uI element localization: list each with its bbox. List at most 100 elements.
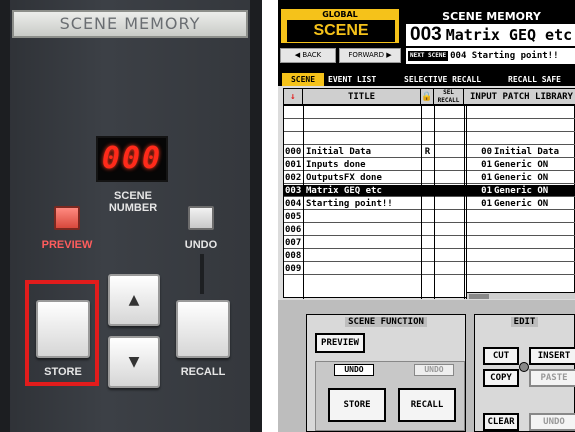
patch-number-cell: 01	[481, 173, 492, 183]
up-arrow-icon: ▲	[128, 292, 140, 308]
table-row[interactable]	[284, 107, 575, 119]
patch-number-cell	[470, 107, 492, 119]
patch-name-cell	[494, 250, 575, 262]
edit-undo-button[interactable]: UNDO	[529, 413, 575, 431]
sel-recall-column-header[interactable]: SEL RECALL	[434, 89, 464, 106]
down-arrow-icon: ▼	[128, 354, 140, 370]
lock-status-cell	[421, 250, 434, 262]
global-scene-box[interactable]: GLOBAL SCENE	[280, 8, 400, 44]
scrollbar-thumb[interactable]	[469, 294, 489, 299]
scene-number-cell: 003	[285, 186, 302, 196]
sel-recall-cell	[434, 172, 464, 184]
horizontal-scrollbar[interactable]	[467, 292, 575, 299]
lock-status-cell	[421, 159, 434, 171]
table-row[interactable]: 001 Inputs done 01 Generic ON	[284, 159, 575, 171]
scene-title-cell	[306, 211, 421, 223]
table-row[interactable]: 003 Matrix GEQ etc 01 Generic ON	[284, 185, 575, 197]
back-button[interactable]: ◀ BACK	[280, 48, 336, 63]
table-row[interactable]: 002 OutputsFX done 01 Generic ON	[284, 172, 575, 184]
patch-name-cell	[494, 224, 575, 236]
clear-button[interactable]: CLEAR	[483, 413, 519, 431]
table-row[interactable]	[284, 133, 575, 145]
patch-name-cell: Generic ON	[494, 186, 549, 196]
sel-recall-cell	[434, 237, 464, 249]
cut-button[interactable]: CUT	[483, 347, 519, 365]
tab-selective-recall[interactable]: SELECTIVE RECALL	[404, 73, 506, 86]
column-divider	[434, 106, 435, 299]
lock-status-cell	[421, 237, 434, 249]
insert-button[interactable]: INSERT	[529, 347, 575, 365]
table-row[interactable]: 008	[284, 250, 575, 262]
sel-recall-cell	[434, 224, 464, 236]
scene-title-cell: Matrix GEQ etc	[306, 186, 382, 196]
patch-number-cell: 01	[481, 186, 492, 196]
table-row[interactable]: 004 Starting point!! 01 Generic ON	[284, 198, 575, 210]
patch-name-cell	[494, 133, 575, 145]
scene-title-cell	[306, 133, 421, 145]
scene-title-cell	[306, 250, 421, 262]
scene-memory-title: SCENE MEMORY	[12, 10, 248, 38]
lock-status-cell	[421, 211, 434, 223]
scene-down-key[interactable]: ▼	[108, 336, 160, 388]
scene-up-key[interactable]: ▲	[108, 274, 160, 326]
sel-recall-cell	[434, 159, 464, 171]
sort-arrow-icon[interactable]: ↓	[284, 89, 303, 106]
store-button[interactable]: STORE	[328, 388, 386, 422]
undo-connector-line	[200, 254, 204, 294]
scene-number-cell: 004	[285, 199, 302, 209]
table-row[interactable]: 006	[284, 224, 575, 236]
column-divider	[421, 106, 422, 299]
patch-name-cell: Generic ON	[494, 173, 549, 183]
sel-recall-cell	[434, 198, 464, 210]
recall-button[interactable]: RECALL	[398, 388, 456, 422]
forward-button[interactable]: FORWARD ▶	[339, 48, 401, 63]
table-row[interactable]: 000 Initial Data R 00 Initial Data	[284, 146, 575, 158]
sel-recall-cell	[434, 120, 464, 132]
panel-frame-left	[0, 0, 10, 432]
scene-list-header: ↓ TITLE 🔒 SEL RECALL INPUT PATCH LIBRARY	[284, 89, 575, 106]
input-patch-column-header[interactable]: INPUT PATCH LIBRARY	[466, 89, 575, 106]
lock-icon: 🔒	[421, 89, 434, 106]
current-scene-number: 003	[410, 24, 442, 45]
copy-button[interactable]: COPY	[483, 369, 519, 387]
store-highlight-box	[25, 280, 99, 386]
scene-title-cell	[306, 224, 421, 236]
edit-panel: EDIT CUT COPY INSERT PASTE CLEAR UNDO	[474, 314, 575, 432]
title-column-header[interactable]: TITLE	[303, 89, 421, 106]
table-row[interactable]: 009	[284, 263, 575, 275]
recall-key[interactable]	[176, 300, 230, 358]
column-divider	[303, 106, 304, 299]
scene-title-cell: Starting point!!	[306, 199, 393, 209]
scene-number-cell	[285, 133, 303, 145]
lock-status-cell	[421, 263, 434, 275]
preview-button[interactable]	[54, 206, 80, 230]
scene-number-cell: 005	[285, 212, 302, 222]
global-scene-label: SCENE	[287, 20, 395, 42]
current-scene: 003 Matrix GEQ etc	[406, 24, 575, 46]
sel-recall-cell	[434, 185, 464, 197]
table-row[interactable]	[284, 120, 575, 132]
undo-button[interactable]	[188, 206, 214, 230]
patch-name-cell	[494, 263, 575, 275]
patch-number-cell	[470, 211, 492, 223]
scene-number-cell: 001	[285, 160, 302, 170]
scene-function-panel: SCENE FUNCTION PREVIEW UNDO UNDO STORE R…	[306, 314, 466, 432]
table-row[interactable]: 007	[284, 237, 575, 249]
scene-memory-screen: GLOBAL SCENE ◀ BACK FORWARD ▶ SCENE MEMO…	[278, 0, 575, 432]
sel-recall-cell	[434, 263, 464, 275]
scene-title-cell	[306, 263, 421, 275]
tab-event-list[interactable]: EVENT LIST	[328, 73, 402, 86]
undo-store-button[interactable]: UNDO	[334, 364, 374, 376]
undo-recall-button[interactable]: UNDO	[414, 364, 454, 376]
table-row[interactable]: 005	[284, 211, 575, 223]
undo-label: UNDO	[184, 239, 218, 251]
patch-name-cell	[494, 107, 575, 119]
next-scene-text: 004 Starting point!!	[450, 51, 559, 61]
paste-button[interactable]: PASTE	[529, 369, 575, 387]
global-label: GLOBAL	[322, 10, 358, 19]
tab-scene[interactable]: SCENE	[282, 73, 324, 86]
preview-button[interactable]: PREVIEW	[315, 333, 365, 353]
scene-number-cell: 000	[285, 147, 302, 157]
function-area: SCENE FUNCTION PREVIEW UNDO UNDO STORE R…	[278, 300, 575, 432]
tab-recall-safe[interactable]: RECALL SAFE	[508, 73, 575, 86]
